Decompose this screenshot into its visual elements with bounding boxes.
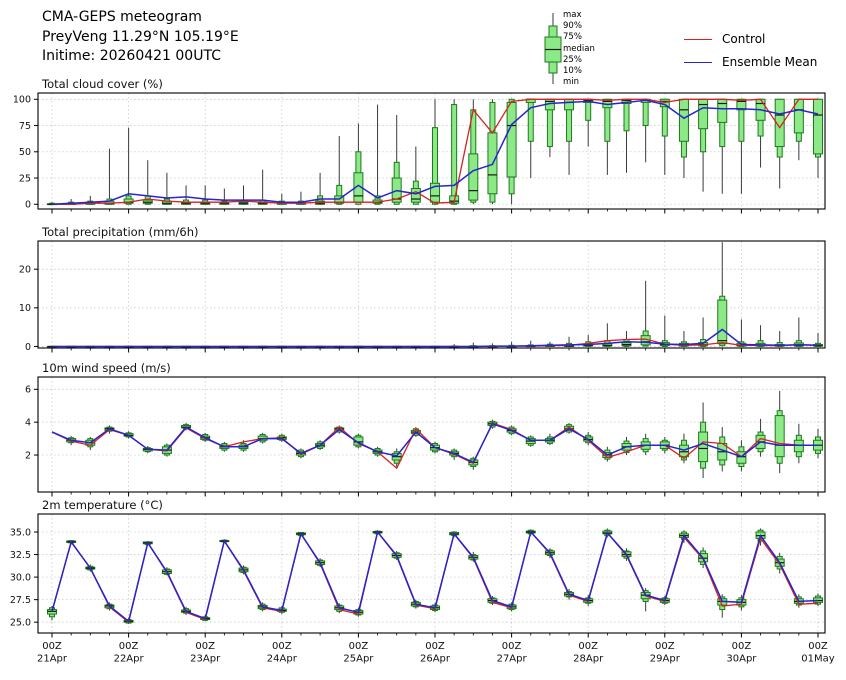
box-plot-item: [775, 331, 784, 346]
panel-title: 10m wind speed (m/s): [42, 361, 171, 375]
box-plot-item: [699, 317, 708, 346]
y-tick-label: 25.0: [10, 617, 31, 628]
box-plot-item: [794, 424, 803, 463]
box-plot-item: [660, 316, 669, 347]
y-tick-label: 75: [19, 121, 31, 132]
box-plot-item: [48, 606, 57, 620]
box-plot-item: [794, 317, 803, 346]
x-tick-label-date: 26Apr: [420, 654, 451, 665]
box-plot-item: [201, 185, 210, 204]
box-plot-item: [565, 99, 574, 175]
x-tick-label-hour: 00Z: [425, 641, 445, 652]
y-tick-label: 50: [19, 147, 31, 158]
x-tick-label-date: 29Apr: [650, 654, 681, 665]
box-plot-item: [699, 402, 708, 478]
box-plot-item: [622, 331, 631, 346]
meteogram-chart: 0 25 50 75 100 Total cloud cover (%) 0 10 20 Tota…: [0, 0, 846, 680]
x-tick-label-hour: 00Z: [732, 641, 752, 652]
y-tick-label: 30.0: [10, 572, 31, 583]
box-plot-item: [584, 99, 593, 146]
x-tick-label-hour: 00Z: [195, 641, 215, 652]
x-tick-label-hour: 00Z: [578, 641, 598, 652]
panel-temp: 25.0 27.5 30.0 32.5 35.0 2m temperature (°C): [10, 498, 825, 638]
x-tick-label-hour: 00Z: [42, 641, 62, 652]
box-plot-item: [814, 429, 823, 459]
box-plot-item: [335, 136, 344, 204]
box-plot-item: [814, 333, 823, 347]
box-plot-item: [373, 105, 382, 205]
y-tick-label: 0: [25, 200, 31, 211]
y-tick-label: 20: [19, 264, 31, 275]
y-tick-label: 32.5: [10, 550, 31, 561]
box-plot-item: [679, 99, 688, 178]
box-plot-item: [354, 123, 363, 204]
x-tick-label-date: 23Apr: [190, 654, 221, 665]
box-plot-item: [124, 128, 133, 205]
x-tick-label-hour: 00Z: [272, 641, 292, 652]
box-plot-item: [814, 99, 823, 178]
panel-wind: 2 4 6 10m wind speed (m/s): [25, 361, 825, 497]
grid: [34, 241, 825, 353]
box-plot-item: [162, 173, 171, 204]
panel-frame: [38, 241, 825, 348]
box-plot-item: [86, 437, 95, 450]
box-plot-item: [545, 99, 554, 157]
x-tick-label-hour: 00Z: [655, 641, 675, 652]
box-plot-item: [737, 99, 746, 193]
x-tick-label-date: 28Apr: [573, 654, 604, 665]
x-axis-labels: 00Z 21Apr 00Z 22Apr 00Z 23Apr 00Z 24Apr 00Z 25Apr…: [37, 641, 835, 665]
panel-title: Total precipitation (mm/6h): [41, 225, 198, 239]
box-plot-item: [641, 434, 650, 455]
box-plot-item: [488, 99, 497, 204]
y-tick-label: 100: [13, 95, 31, 106]
box-plot-item: [622, 99, 631, 172]
x-tick-label-date: 24Apr: [267, 654, 298, 665]
panel-cloud: 0 25 50 75 100 Total cloud cover (%): [13, 77, 825, 214]
box-plot-item: [603, 99, 612, 175]
box-plot-item: [105, 149, 114, 205]
y-tick-label: 2: [25, 450, 31, 461]
box-plot-item: [641, 281, 650, 347]
meteogram-app: CMA-GEPS meteogram PreyVeng 11.29°N 105.…: [0, 0, 846, 680]
panel-precip: 0 10 20 Total precipitation (mm/6h): [19, 225, 825, 353]
x-tick-label-date: 21Apr: [37, 654, 68, 665]
box-plot-item: [794, 99, 803, 160]
y-tick-label: 27.5: [10, 595, 31, 606]
box-plot-item: [756, 419, 765, 457]
x-tick-label-date: 01May: [801, 654, 834, 665]
box-plot-item: [507, 99, 516, 204]
ensemble-mean-line: [52, 532, 818, 621]
x-tick-label-date: 22Apr: [114, 654, 145, 665]
box-plot-item: [718, 99, 727, 193]
grid: [34, 514, 825, 638]
x-tick-label-date: 25Apr: [343, 654, 374, 665]
box-plot-item: [143, 160, 152, 204]
panel-title: 2m temperature (°C): [42, 498, 163, 512]
y-tick-label: 6: [25, 385, 31, 396]
x-tick-label-hour: 00Z: [119, 641, 139, 652]
x-tick-label-hour: 00Z: [808, 641, 828, 652]
y-tick-label: 35.0: [10, 527, 31, 538]
box-plot-item: [718, 242, 727, 346]
box-plot-item: [775, 391, 784, 473]
box-plot-item: [526, 435, 535, 447]
y-tick-label: 10: [19, 303, 31, 314]
box-plot-item: [756, 325, 765, 346]
box-plot-item: [411, 147, 420, 205]
y-tick-label: 4: [25, 417, 31, 428]
y-tick-label: 0: [25, 342, 31, 353]
x-tick-label-hour: 00Z: [502, 641, 522, 652]
x-tick-label-hour: 00Z: [349, 641, 369, 652]
box-plot-item: [641, 99, 650, 162]
panel-title: Total cloud cover (%): [41, 77, 163, 91]
box-plot-item: [258, 170, 267, 205]
box-plot-item: [660, 99, 669, 175]
y-tick-label: 25: [19, 173, 31, 184]
x-tick-label-date: 30Apr: [726, 654, 757, 665]
x-tick-label-date: 27Apr: [497, 654, 528, 665]
